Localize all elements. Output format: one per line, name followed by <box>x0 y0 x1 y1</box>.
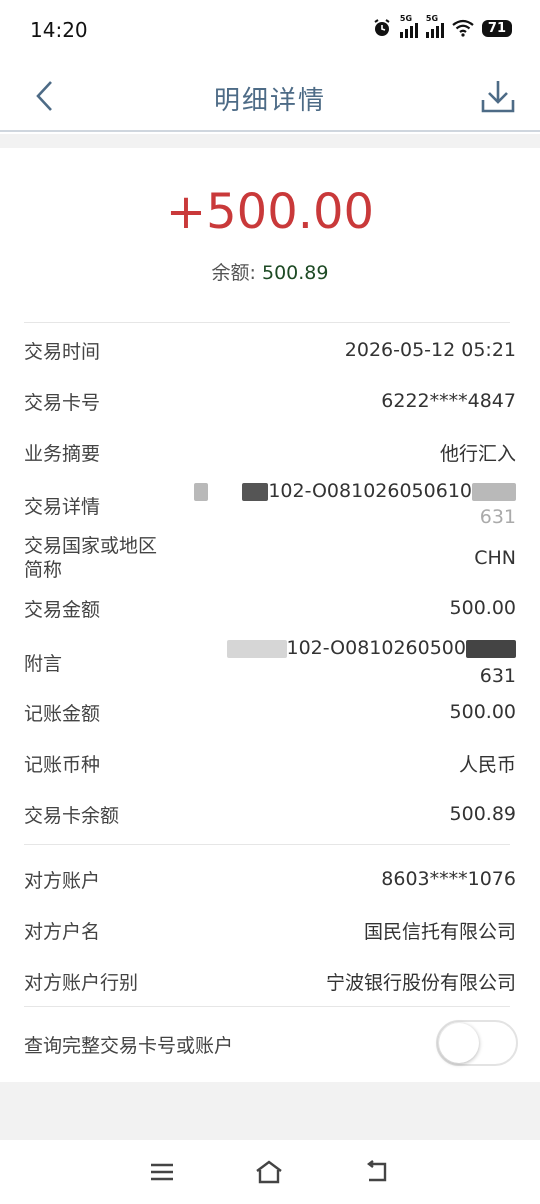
detail-row-posting-amount: 记账金额 500.00 <box>24 696 516 728</box>
battery-indicator: 71 <box>481 19 512 37</box>
detail-label: 对方户名 <box>24 920 101 943</box>
nav-bar: 明细详情 <box>0 60 540 132</box>
detail-label: 交易金额 <box>24 598 101 621</box>
detail-value: 国民信托有限公司 <box>363 920 516 943</box>
detail-value: 8603****1076 <box>381 868 516 890</box>
divider <box>24 1006 510 1007</box>
transaction-amount: +500.00 <box>165 184 375 240</box>
separator-band <box>0 134 540 148</box>
detail-label: 记账币种 <box>24 753 101 776</box>
redacted-block <box>242 482 269 501</box>
detail-label: 记账金额 <box>24 702 101 725</box>
detail-row-card-balance: 交易卡余额 500.89 <box>24 798 516 830</box>
toggle-label: 查询完整交易卡号或账户 <box>24 1034 234 1057</box>
detail-label: 交易国家或地区 简称 <box>24 535 158 581</box>
signal-5g-icon: 5G <box>425 14 444 38</box>
detail-label: 交易详情 <box>24 496 101 518</box>
full-number-toggle[interactable] <box>436 1020 518 1066</box>
detail-value: 他行汇入 <box>439 442 516 465</box>
detail-value: 宁波银行股份有限公司 <box>325 971 516 994</box>
detail-value: 2026-05-12 05:21 <box>344 339 516 361</box>
status-bar: 14:20 5G 5G 71 <box>0 0 540 60</box>
redacted-block <box>226 639 287 658</box>
detail-label: 交易时间 <box>24 340 101 363</box>
redacted-block <box>466 639 516 658</box>
detail-row-summary: 业务摘要 他行汇入 <box>24 436 516 468</box>
detail-label: 交易卡余额 <box>24 804 120 827</box>
download-button[interactable] <box>476 74 520 118</box>
status-time: 14:20 <box>30 18 88 42</box>
detail-value: 500.89 <box>449 803 516 825</box>
menu-icon[interactable] <box>149 1162 175 1182</box>
detail-value-block: 102-O0810260500 631 <box>226 634 516 690</box>
detail-value-line2: 631 <box>479 506 516 528</box>
balance-value: 500.89 <box>261 262 329 284</box>
toggle-row: 查询完整交易卡号或账户 <box>24 1028 233 1060</box>
detail-label: 对方账户 <box>24 869 101 892</box>
detail-row-amount: 交易金额 500.00 <box>24 592 516 624</box>
balance-line: 余额: 500.89 <box>0 258 540 285</box>
detail-row-time: 交易时间 2026-05-12 05:21 <box>24 334 516 366</box>
detail-value: CHN <box>474 547 516 569</box>
divider <box>24 844 510 845</box>
wifi-icon <box>452 19 474 37</box>
detail-row-currency: 记账币种 人民币 <box>24 747 516 779</box>
detail-row-country: 交易国家或地区 简称 CHN <box>24 532 516 584</box>
detail-row-remark: 附言 102-O0810260500 631 <box>24 634 516 690</box>
status-icons: 5G 5G 71 <box>372 14 512 38</box>
system-nav-bar <box>0 1140 540 1204</box>
alarm-icon <box>374 19 390 36</box>
detail-card: +500.00 余额: 500.89 交易时间 2026-05-12 05:21… <box>0 148 540 1082</box>
counterparty-row-account: 对方账户 8603****1076 <box>24 863 516 895</box>
detail-value: 102-O081026050610 <box>268 480 472 502</box>
download-icon <box>481 81 515 113</box>
toggle-knob <box>439 1023 479 1063</box>
detail-label: 业务摘要 <box>24 442 101 465</box>
counterparty-row-bank: 对方账户行别 宁波银行股份有限公司 <box>24 965 516 997</box>
divider <box>24 322 510 323</box>
page-title: 明细详情 <box>213 86 326 116</box>
signal-5g-icon: 5G <box>399 14 418 38</box>
detail-label: 交易卡号 <box>24 391 101 414</box>
detail-label: 对方账户行别 <box>24 971 139 994</box>
redacted-block <box>472 482 516 501</box>
detail-row-transaction-info: 交易详情 102-O081026050610 631 <box>24 478 516 528</box>
detail-value-line2: 631 <box>479 665 516 687</box>
balance-label: 余额: <box>211 262 256 284</box>
footer-band <box>0 1082 540 1140</box>
redacted-block <box>194 482 209 501</box>
detail-value: 6222****4847 <box>381 390 516 412</box>
home-icon[interactable] <box>254 1159 284 1185</box>
detail-value-block: 102-O081026050610 631 <box>194 478 516 530</box>
detail-value: 人民币 <box>458 753 516 776</box>
detail-label: 附言 <box>24 652 63 675</box>
detail-value: 102-O0810260500 <box>286 637 467 659</box>
detail-row-card-number: 交易卡号 6222****4847 <box>24 385 516 417</box>
detail-value: 500.00 <box>449 597 516 619</box>
counterparty-row-name: 对方户名 国民信托有限公司 <box>24 914 516 946</box>
return-icon[interactable] <box>363 1160 391 1184</box>
detail-value: 500.00 <box>449 701 516 723</box>
